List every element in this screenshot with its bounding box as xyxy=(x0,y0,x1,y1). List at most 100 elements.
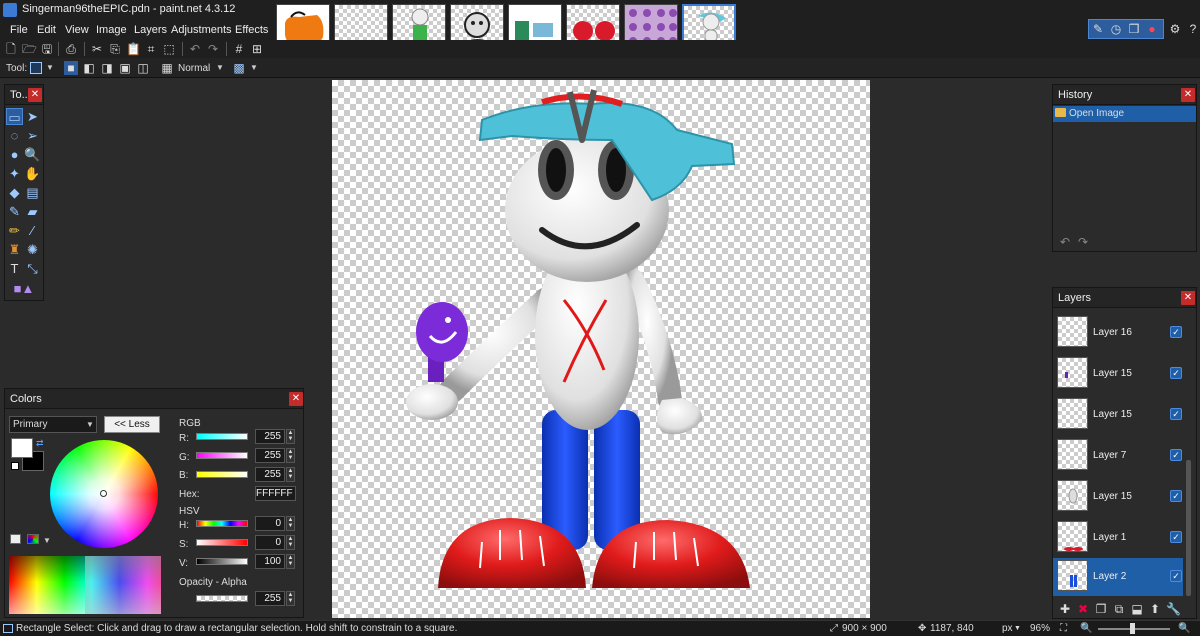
text-icon[interactable]: T xyxy=(6,260,23,277)
red-slider[interactable] xyxy=(196,433,248,440)
clone-stamp-icon[interactable]: ♜ xyxy=(6,241,23,258)
layer-visibility-checkbox[interactable]: ✓ xyxy=(1170,531,1182,543)
less-button[interactable]: << Less xyxy=(104,416,160,433)
cut-icon[interactable]: ✂ xyxy=(90,42,104,56)
colors-toggle-icon[interactable]: ● xyxy=(1145,22,1159,36)
hue-spinner[interactable]: ▲ ▼ xyxy=(286,516,295,531)
tools-toggle-icon[interactable]: ✎ xyxy=(1091,22,1105,36)
red-spinner[interactable]: ▲ ▼ xyxy=(286,429,295,444)
print-icon[interactable]: ⎙ xyxy=(64,42,78,56)
move-selected-icon[interactable]: ➤ xyxy=(24,108,41,125)
layer-visibility-checkbox[interactable]: ✓ xyxy=(1170,449,1182,461)
layer-visibility-checkbox[interactable]: ✓ xyxy=(1170,408,1182,420)
help-icon[interactable]: ? xyxy=(1186,22,1200,36)
antialias-icon[interactable]: ▩ xyxy=(232,61,246,75)
pencil-icon[interactable]: ✏ xyxy=(6,222,23,239)
menu-layers[interactable]: Layers xyxy=(134,24,167,36)
saturation-spinner[interactable]: ▲ ▼ xyxy=(286,535,295,550)
units-dropdown-icon[interactable]: ▼ xyxy=(1014,625,1021,632)
layer-visibility-checkbox[interactable]: ✓ xyxy=(1170,490,1182,502)
deselect-icon[interactable]: ⬚ xyxy=(162,42,176,56)
saturation-slider[interactable] xyxy=(196,539,248,546)
ruler-icon[interactable]: ⊞ xyxy=(250,42,264,56)
gradient-icon[interactable]: ▤ xyxy=(24,184,41,201)
magic-wand-icon[interactable]: ✦ xyxy=(6,165,23,182)
menu-edit[interactable]: Edit xyxy=(37,24,56,36)
layer-visibility-checkbox[interactable]: ✓ xyxy=(1170,326,1182,338)
add-layer-icon[interactable]: ✚ xyxy=(1058,602,1072,616)
grid-icon[interactable]: # xyxy=(232,42,246,56)
layer-row[interactable]: Layer 15 ✓ xyxy=(1053,355,1183,395)
zoom-fit-icon[interactable]: ⛶ xyxy=(1060,623,1067,634)
layer-visibility-checkbox[interactable]: ✓ xyxy=(1170,367,1182,379)
ellipse-select-icon[interactable]: ● xyxy=(6,146,23,163)
hue-input[interactable]: 0 xyxy=(255,516,285,531)
menu-view[interactable]: View xyxy=(65,24,89,36)
duplicate-layer-icon[interactable]: ❐ xyxy=(1094,602,1108,616)
zoom-out-icon[interactable]: 🔍 xyxy=(1080,623,1092,634)
undo-icon[interactable]: ↶ xyxy=(188,42,202,56)
settings-icon[interactable]: ⚙ xyxy=(1168,22,1182,36)
color-palette[interactable] xyxy=(9,556,161,614)
merge-down-icon[interactable]: ⧉ xyxy=(1112,602,1126,616)
value-spinner[interactable]: ▲ ▼ xyxy=(286,554,295,569)
menu-image[interactable]: Image xyxy=(96,24,127,36)
menu-adjustments[interactable]: Adjustments xyxy=(171,24,232,36)
color-wheel[interactable] xyxy=(50,440,158,548)
zoom-slider-thumb[interactable] xyxy=(1130,623,1135,634)
blue-input[interactable]: 255 xyxy=(255,467,285,482)
zoom-in-icon[interactable]: 🔍 xyxy=(1178,623,1190,634)
layer-visibility-checkbox[interactable]: ✓ xyxy=(1170,570,1182,582)
redo-icon[interactable]: ↷ xyxy=(206,42,220,56)
blend-mode-select[interactable]: Normal xyxy=(178,63,210,74)
green-input[interactable]: 255 xyxy=(255,448,285,463)
green-spinner[interactable]: ▲ ▼ xyxy=(286,448,295,463)
value-slider[interactable] xyxy=(196,558,248,565)
tool-dropdown-icon[interactable]: ▼ xyxy=(46,63,54,72)
selection-mode-replace-icon[interactable]: ■ xyxy=(64,61,78,75)
rectangle-select-icon[interactable]: ▭ xyxy=(6,108,23,125)
crop-icon[interactable]: ⌗ xyxy=(144,42,158,56)
zoom-value[interactable]: 96% xyxy=(1030,623,1050,634)
palette-colors-icon[interactable] xyxy=(27,534,39,544)
layer-row-selected[interactable]: Layer 2 ✓ xyxy=(1053,558,1183,596)
hex-input[interactable]: FFFFFF xyxy=(255,486,296,501)
layer-row[interactable]: Layer 16 ✓ xyxy=(1053,314,1183,354)
layer-row[interactable]: Layer 7 ✓ xyxy=(1053,437,1183,477)
alpha-input[interactable]: 255 xyxy=(255,591,285,606)
layer-row[interactable]: Layer 15 ✓ xyxy=(1053,478,1183,518)
layers-toggle-icon[interactable]: ❒ xyxy=(1127,22,1141,36)
shapes-icon[interactable]: ■▲ xyxy=(10,280,38,297)
units-select[interactable]: px xyxy=(1002,623,1013,634)
lasso-select-icon[interactable]: ◌ xyxy=(6,127,23,144)
new-icon[interactable]: 🗋 xyxy=(4,42,18,56)
selection-mode-xor-icon[interactable]: ◫ xyxy=(136,61,150,75)
layers-scrollbar[interactable] xyxy=(1186,460,1191,596)
value-input[interactable]: 100 xyxy=(255,554,285,569)
import-layer-icon[interactable]: ⬓ xyxy=(1130,602,1144,616)
save-icon[interactable]: 🖫 xyxy=(40,42,54,56)
palette-dropdown-icon[interactable]: ▼ xyxy=(43,536,51,545)
selection-mode-exclude-icon[interactable]: ◨ xyxy=(100,61,114,75)
history-redo-icon[interactable]: ↷ xyxy=(1076,235,1090,249)
delete-layer-icon[interactable]: ✖ xyxy=(1076,602,1090,616)
swap-colors-icon[interactable]: ⇄ xyxy=(36,438,44,449)
reset-colors-icon[interactable] xyxy=(11,462,19,470)
history-undo-icon[interactable]: ↶ xyxy=(1058,235,1072,249)
blue-spinner[interactable]: ▲ ▼ xyxy=(286,467,295,482)
zoom-icon[interactable]: 🔍 xyxy=(24,146,41,163)
alpha-spinner[interactable]: ▲ ▼ xyxy=(286,591,295,606)
selection-mode-union-icon[interactable]: ◧ xyxy=(82,61,96,75)
recolor-icon[interactable]: ✺ xyxy=(24,241,41,258)
hue-slider[interactable] xyxy=(196,520,248,527)
paintbrush-icon[interactable]: ✎ xyxy=(6,203,23,220)
open-icon[interactable]: 🗁 xyxy=(22,42,37,56)
blend-dropdown-icon[interactable]: ▼ xyxy=(216,63,224,72)
layers-close-icon[interactable]: ✕ xyxy=(1181,291,1195,305)
move-layer-up-icon[interactable]: ⬆ xyxy=(1148,602,1162,616)
history-toggle-icon[interactable]: ◷ xyxy=(1109,22,1123,36)
image-canvas[interactable] xyxy=(332,80,870,618)
current-tool-icon[interactable] xyxy=(30,62,42,74)
line-curve-icon[interactable]: ⤡ xyxy=(24,260,41,277)
menu-effects[interactable]: Effects xyxy=(235,24,268,36)
